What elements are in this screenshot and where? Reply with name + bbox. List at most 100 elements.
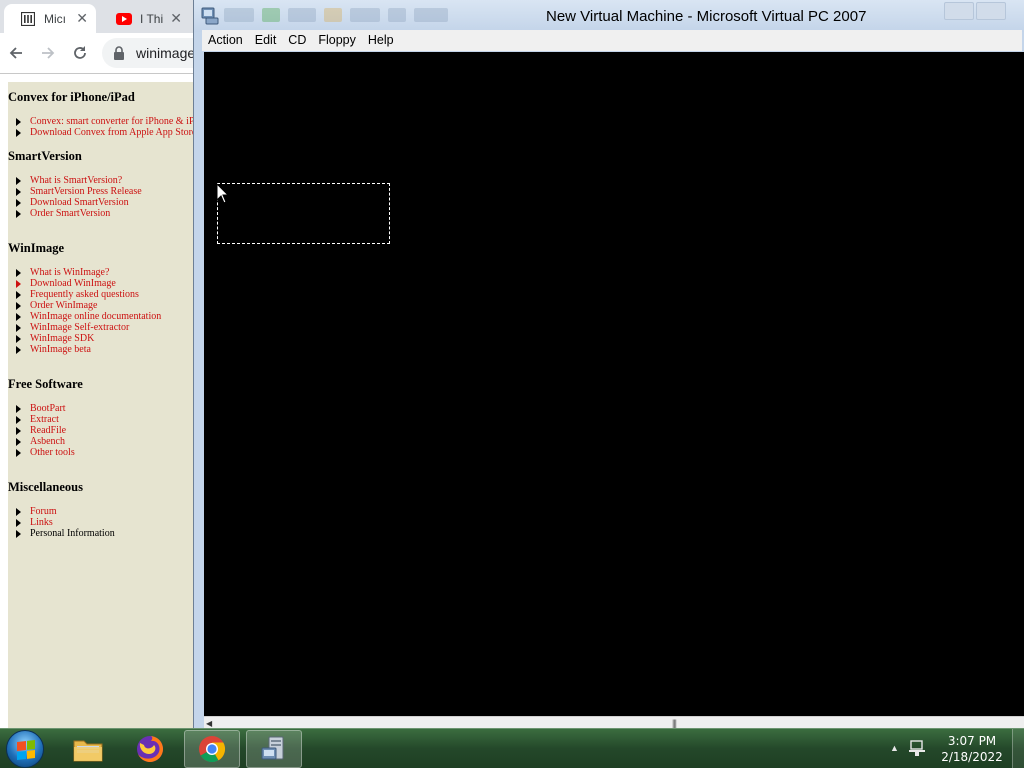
menu-floppy[interactable]: Floppy — [312, 30, 362, 51]
link[interactable]: Order SmartVersion — [30, 208, 110, 219]
taskbar-virtual-pc-button[interactable] — [246, 730, 302, 768]
list-item: What is SmartVersion? — [16, 175, 142, 186]
desktop: Micı ✕ I Thi ✕ winimage Convex for iPhon… — [0, 0, 1024, 768]
forward-arrow-icon — [42, 47, 55, 59]
firefox-icon — [137, 736, 163, 762]
virtual-pc-window: New Virtual Machine - Microsoft Virtual … — [193, 0, 1024, 736]
bullet-arrow-icon — [16, 117, 21, 126]
link-list: What is WinImage? Download WinImage Freq… — [16, 267, 161, 355]
link[interactable]: Download SmartVersion — [30, 197, 129, 208]
link[interactable]: Asbench — [30, 436, 65, 447]
start-button[interactable] — [6, 730, 44, 768]
clock-date[interactable]: 2/18/2022 — [936, 750, 1008, 764]
list-item: WinImage beta — [16, 344, 161, 355]
bullet-arrow-icon — [16, 279, 21, 288]
list-item: WinImage Self-extractor — [16, 322, 161, 333]
winimage-sidebar: Convex for iPhone/iPad Convex: smart con… — [8, 82, 196, 728]
bullet-arrow-icon — [16, 290, 21, 299]
bullet-arrow-icon — [16, 518, 21, 527]
minimize-button[interactable] — [944, 2, 974, 20]
link[interactable]: WinImage beta — [30, 344, 91, 355]
browser-tab[interactable]: I Thi ✕ — [100, 4, 190, 33]
menu-edit[interactable]: Edit — [249, 30, 283, 51]
list-item: ReadFile — [16, 425, 75, 436]
section-title: WinImage — [8, 241, 65, 255]
bullet-arrow-icon — [16, 198, 21, 207]
virtual-pc-icon[interactable] — [200, 6, 220, 26]
bullet-arrow-icon — [16, 426, 21, 435]
show-hidden-icons-icon[interactable]: ▲ — [890, 743, 899, 753]
browser-tab[interactable]: Micı ✕ — [4, 4, 96, 33]
bullet-arrow-icon — [16, 209, 21, 218]
list-item: Frequently asked questions — [16, 289, 161, 300]
list-item: Download Convex from Apple App Store — [16, 127, 196, 138]
browser-tab-strip: Micı ✕ I Thi ✕ — [0, 0, 200, 33]
lock-icon — [114, 46, 124, 60]
menu-help[interactable]: Help — [362, 30, 400, 51]
close-tab-icon[interactable]: ✕ — [170, 10, 182, 27]
link-list: What is SmartVersion? SmartVersion Press… — [16, 175, 142, 219]
link-list: Forum Links Personal Information — [16, 506, 115, 539]
section-title: SmartVersion — [8, 149, 82, 163]
virtual-machine-screen[interactable] — [204, 52, 1024, 716]
forward-button[interactable] — [32, 37, 64, 69]
windows-explorer-icon — [73, 740, 103, 762]
address-text: winimage — [136, 45, 196, 61]
list-item: BootPart — [16, 403, 75, 414]
list-item: Links — [16, 517, 115, 528]
close-tab-icon[interactable]: ✕ — [76, 10, 88, 27]
link[interactable]: Order WinImage — [30, 300, 97, 311]
webpage: Convex for iPhone/iPad Convex: smart con… — [0, 74, 196, 728]
browser-tab-title: I Thi — [140, 11, 164, 26]
scroll-left-icon[interactable]: ◀ — [206, 719, 212, 728]
link[interactable]: Links — [30, 517, 53, 528]
library-icon — [20, 11, 36, 27]
reload-button[interactable] — [64, 37, 96, 69]
link[interactable]: Download Convex from Apple App Store — [30, 127, 196, 138]
link-list: BootPart Extract ReadFile Asbench Other … — [16, 403, 75, 458]
bullet-arrow-icon — [16, 268, 21, 277]
link[interactable]: Frequently asked questions — [30, 289, 139, 300]
taskbar-firefox-button[interactable] — [122, 730, 178, 768]
link[interactable]: Forum — [30, 506, 57, 517]
show-desktop-button[interactable] — [1012, 729, 1024, 768]
link[interactable]: Extract — [30, 414, 59, 425]
link[interactable]: WinImage SDK — [30, 333, 94, 344]
clock-time[interactable]: 3:07 PM — [936, 734, 1008, 748]
taskbar-chrome-button[interactable] — [184, 730, 240, 768]
mouse-cursor-icon — [216, 183, 230, 204]
back-arrow-icon — [9, 47, 22, 59]
link[interactable]: What is SmartVersion? — [30, 175, 122, 186]
section-title: Free Software — [8, 377, 83, 391]
taskbar-explorer-button[interactable] — [60, 730, 116, 768]
link[interactable]: Other tools — [30, 447, 75, 458]
link[interactable]: Convex: smart converter for iPhone & iPa… — [30, 116, 196, 127]
taskbar: ▲ 3:07 PM 2/18/2022 — [0, 728, 1024, 768]
list-item: Download WinImage — [16, 278, 161, 289]
menu-action[interactable]: Action — [202, 30, 249, 51]
maximize-button[interactable] — [976, 2, 1006, 20]
list-item: SmartVersion Press Release — [16, 186, 142, 197]
back-button[interactable] — [0, 37, 32, 69]
menu-cd[interactable]: CD — [282, 30, 312, 51]
link[interactable]: Personal Information — [30, 528, 115, 539]
blurred-toolbar — [224, 8, 524, 26]
network-icon[interactable] — [908, 739, 926, 757]
link[interactable]: Download WinImage — [30, 278, 116, 289]
link[interactable]: SmartVersion Press Release — [30, 186, 142, 197]
bullet-arrow-icon — [16, 301, 21, 310]
bullet-arrow-icon — [16, 448, 21, 457]
link[interactable]: ReadFile — [30, 425, 66, 436]
virtual-pc-icon — [261, 736, 284, 760]
chrome-icon — [199, 736, 226, 763]
link[interactable]: WinImage Self-extractor — [30, 322, 129, 333]
address-bar[interactable]: winimage — [102, 38, 200, 68]
window-titlebar[interactable]: New Virtual Machine - Microsoft Virtual … — [194, 0, 1024, 32]
windows-logo-icon — [17, 740, 35, 760]
list-item: Forum — [16, 506, 115, 517]
link[interactable]: WinImage online documentation — [30, 311, 161, 322]
link[interactable]: BootPart — [30, 403, 66, 414]
bullet-arrow-icon — [16, 334, 21, 343]
scroll-thumb-grip-icon[interactable]: ||| — [672, 718, 677, 728]
link[interactable]: What is WinImage? — [30, 267, 109, 278]
